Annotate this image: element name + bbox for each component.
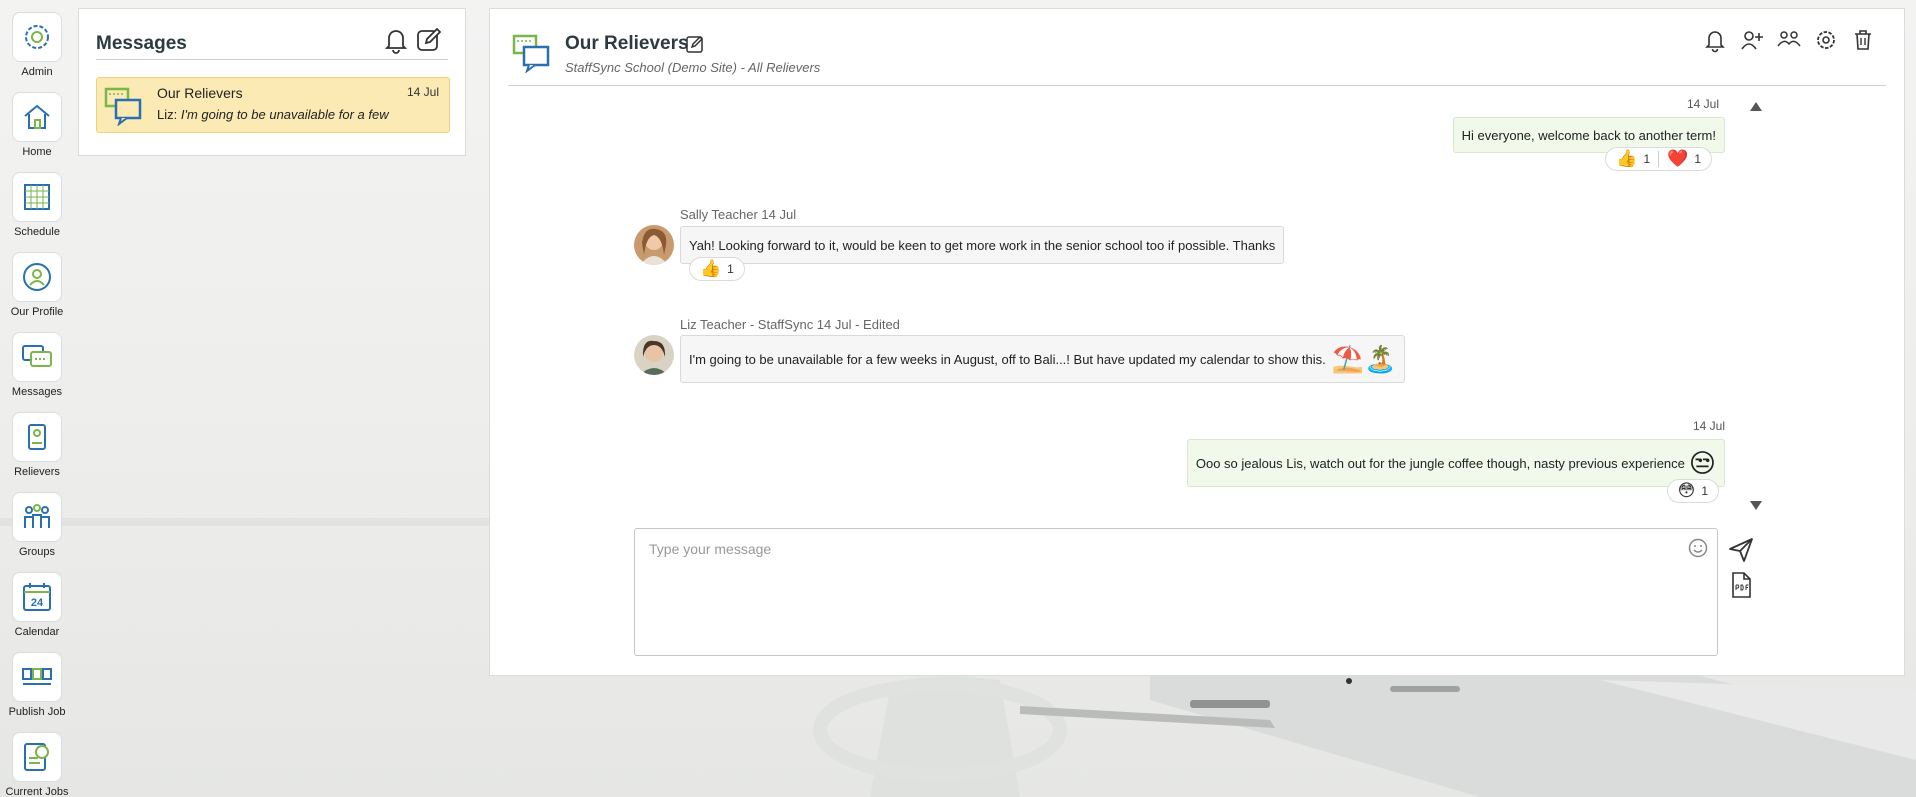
reaction-flushed[interactable]: 😳 1 bbox=[1674, 481, 1712, 501]
nav-label: Relievers bbox=[14, 466, 60, 478]
avatar-sally[interactable] bbox=[634, 225, 674, 265]
reaction-bar: 👍 1 ❤️ 1 bbox=[1605, 147, 1712, 171]
flushed-face-icon: 😳 bbox=[1677, 481, 1696, 500]
reaction-count: 1 bbox=[1643, 152, 1651, 166]
chat-title: Our Relievers bbox=[565, 33, 689, 54]
nav-item-schedule[interactable]: Schedule bbox=[0, 172, 74, 238]
send-icon[interactable] bbox=[1727, 536, 1755, 564]
scroll-down-arrow-icon[interactable] bbox=[1748, 499, 1764, 513]
message-sender: Sally Teacher 14 Jul bbox=[680, 207, 797, 222]
bell-icon[interactable] bbox=[382, 26, 410, 54]
nav-label: Schedule bbox=[14, 226, 60, 238]
message-bubble[interactable]: Ooo so jealous Lis, watch out for the ju… bbox=[1186, 439, 1725, 487]
nav-item-calendar[interactable]: 24 Calendar bbox=[0, 572, 74, 638]
settings-gear-icon[interactable] bbox=[1813, 27, 1839, 53]
nav-label: Groups bbox=[18, 546, 56, 558]
calendar-day-text: 24 bbox=[31, 597, 44, 609]
nav-label: Current Jobs bbox=[5, 786, 69, 797]
messages-panel-title: Messages bbox=[96, 33, 187, 54]
message-text: I'm going to be unavailable for a few we… bbox=[689, 351, 1326, 367]
pdf-attach-icon[interactable] bbox=[1728, 571, 1754, 599]
emoji-picker-icon[interactable] bbox=[1687, 537, 1709, 559]
nav-item-relievers[interactable]: Relievers bbox=[0, 412, 74, 478]
reaction-count: 1 bbox=[1694, 152, 1701, 166]
preview-text: I'm going to be unavailable for a few bbox=[180, 107, 389, 122]
add-member-icon[interactable] bbox=[1739, 27, 1765, 53]
current-jobs-icon bbox=[12, 732, 62, 782]
scroll-up-arrow-icon[interactable] bbox=[1748, 99, 1764, 113]
message-input-placeholder: Type your message bbox=[649, 541, 772, 557]
nav-label: Publish Job bbox=[8, 706, 66, 718]
divider bbox=[508, 85, 1886, 86]
publish-job-icon bbox=[12, 652, 62, 702]
nav-label: Messages bbox=[11, 386, 63, 398]
message-date: 14 Jul bbox=[1686, 97, 1719, 111]
conversation-date: 14 Jul bbox=[406, 85, 439, 99]
unamused-emoji-icon: 😒 bbox=[1688, 447, 1716, 478]
beach-emoji-icon: ⛱️🏝️ bbox=[1331, 343, 1397, 374]
preview-sender: Liz: bbox=[157, 107, 178, 122]
edit-title-icon[interactable] bbox=[685, 34, 705, 54]
messages-icon bbox=[12, 332, 62, 382]
group-chat-logo-icon bbox=[104, 87, 142, 126]
reaction-bar: 👍 1 bbox=[689, 257, 745, 281]
left-navigation: Admin Home Schedule Our Profile Messages… bbox=[0, 0, 74, 797]
nav-label: Calendar bbox=[14, 626, 60, 638]
divider bbox=[1658, 151, 1660, 167]
nav-item-messages[interactable]: Messages bbox=[0, 332, 74, 398]
nav-item-publish-job[interactable]: Publish Job bbox=[0, 652, 74, 718]
group-chat-logo-icon bbox=[512, 34, 550, 73]
conversation-preview: Liz: I'm going to be unavailable for a f… bbox=[157, 107, 389, 122]
reaction-count: 1 bbox=[727, 262, 734, 276]
members-icon[interactable] bbox=[1776, 27, 1802, 53]
conversation-item-our-relievers[interactable]: Our Relievers 14 Jul Liz: I'm going to b… bbox=[96, 77, 450, 133]
nav-label: Our Profile bbox=[10, 306, 64, 318]
calendar-icon: 24 bbox=[12, 572, 62, 622]
message-date: 14 Jul bbox=[1692, 419, 1725, 433]
reaction-thumbs-up[interactable]: 👍 1 bbox=[696, 259, 738, 279]
message-sender: Liz Teacher - StaffSync 14 Jul - Edited bbox=[680, 317, 900, 332]
thumbs-up-icon: 👍 bbox=[700, 259, 722, 278]
profile-icon bbox=[12, 252, 62, 302]
relievers-icon bbox=[12, 412, 62, 462]
nav-item-current-jobs[interactable]: Current Jobs bbox=[0, 732, 74, 797]
message-text: Ooo so jealous Lis, watch out for the ju… bbox=[1195, 455, 1685, 471]
message-input[interactable]: Type your message bbox=[634, 528, 1718, 656]
message-bubble[interactable]: Yah! Looking forward to it, would be kee… bbox=[680, 226, 1285, 264]
reaction-heart[interactable]: ❤️ 1 bbox=[1663, 149, 1705, 169]
nav-item-admin[interactable]: Admin bbox=[0, 12, 74, 78]
message-bubble[interactable]: I'm going to be unavailable for a few we… bbox=[680, 335, 1406, 383]
reaction-count: 1 bbox=[1701, 484, 1708, 498]
chat-panel: Our Relievers StaffSync School (Demo Sit… bbox=[489, 8, 1905, 676]
groups-icon bbox=[12, 492, 62, 542]
compose-icon[interactable] bbox=[415, 26, 443, 54]
nav-label: Admin bbox=[21, 66, 53, 78]
home-icon bbox=[12, 92, 62, 142]
message-thread: 14 Jul Hi everyone, welcome back to anot… bbox=[490, 87, 1906, 510]
reaction-thumbs-up[interactable]: 👍 1 bbox=[1612, 149, 1654, 169]
nav-item-home[interactable]: Home bbox=[0, 92, 74, 158]
schedule-icon bbox=[12, 172, 62, 222]
messages-list-panel: Messages Our Relievers 14 Jul Liz: I'm g… bbox=[78, 8, 466, 156]
conversation-name: Our Relievers bbox=[157, 85, 243, 101]
chat-subtitle: StaffSync School (Demo Site) - All Relie… bbox=[565, 60, 821, 75]
reaction-bar: 😳 1 bbox=[1666, 479, 1719, 503]
nav-label: Home bbox=[22, 146, 52, 158]
avatar-liz[interactable] bbox=[634, 335, 674, 375]
divider bbox=[96, 59, 448, 60]
gear-icon bbox=[12, 12, 62, 62]
bell-icon[interactable] bbox=[1702, 27, 1728, 53]
trash-icon[interactable] bbox=[1850, 27, 1876, 53]
nav-item-our-profile[interactable]: Our Profile bbox=[0, 252, 74, 318]
thumbs-up-icon: 👍 bbox=[1616, 149, 1638, 168]
nav-item-groups[interactable]: Groups bbox=[0, 492, 74, 558]
heart-icon: ❤️ bbox=[1667, 149, 1689, 168]
